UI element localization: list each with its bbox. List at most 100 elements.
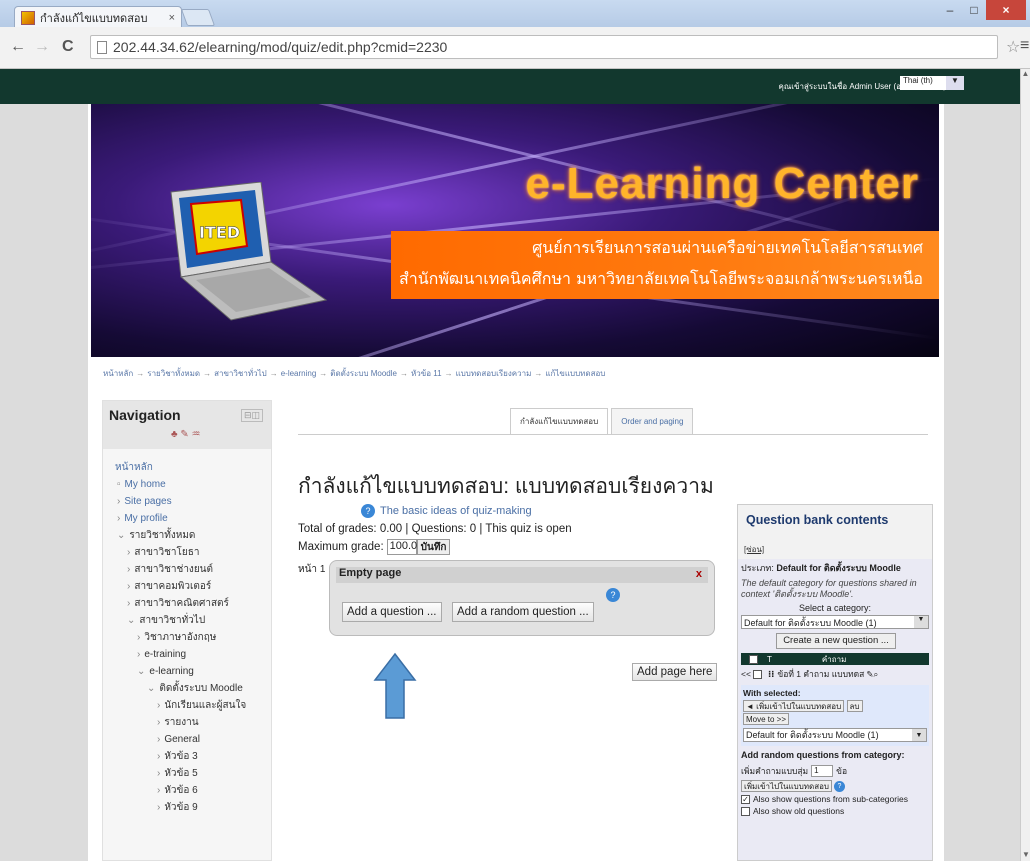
- nav-item[interactable]: › รายงาน: [111, 714, 271, 731]
- help-icon[interactable]: ?: [606, 588, 620, 602]
- breadcrumb-item[interactable]: แบบทดสอบเรียงความ: [456, 369, 532, 378]
- nav-expander-icon[interactable]: ⌄: [127, 615, 135, 626]
- nav-item[interactable]: หน้าหลัก: [111, 459, 271, 476]
- nav-expander-icon[interactable]: ›: [157, 802, 160, 813]
- nav-item[interactable]: ⌄ ติดตั้งระบบ Moodle: [111, 680, 271, 697]
- browser-menu-icon[interactable]: ≡: [1020, 37, 1029, 55]
- window-close-button[interactable]: ×: [986, 0, 1026, 20]
- question-checkbox[interactable]: [752, 669, 762, 679]
- move-category-select[interactable]: Default for ติดตั้งระบบ Moodle (1) ▼: [743, 728, 927, 742]
- tab-editing[interactable]: กำลังแก้ไขแบบทดสอบ: [510, 408, 609, 434]
- tab-close-icon[interactable]: ×: [169, 12, 175, 24]
- nav-item[interactable]: › General: [111, 731, 271, 748]
- nav-expander-icon[interactable]: ›: [117, 513, 120, 524]
- page-scrollbar[interactable]: ▲ ▼: [1020, 69, 1030, 861]
- back-arrow-icon[interactable]: ←: [10, 38, 26, 56]
- ideas-link-text[interactable]: The basic ideas of quiz-making: [380, 505, 532, 517]
- reload-icon[interactable]: C: [62, 38, 74, 56]
- nav-expander-icon[interactable]: ›: [127, 564, 130, 575]
- bookmark-star-icon[interactable]: ☆: [1006, 37, 1020, 57]
- nav-expander-icon[interactable]: ⌄: [137, 666, 145, 677]
- nav-expander-icon[interactable]: ›: [127, 547, 130, 558]
- tab-order-paging[interactable]: Order and paging: [611, 408, 694, 434]
- nav-item[interactable]: › Site pages: [111, 493, 271, 510]
- hide-link[interactable]: [ซ่อน]: [738, 539, 932, 559]
- random-count-select[interactable]: 1: [811, 765, 834, 777]
- breadcrumb-item[interactable]: หน้าหลัก: [103, 369, 133, 378]
- nav-expander-icon[interactable]: ›: [157, 768, 160, 779]
- nav-expander-icon[interactable]: ›: [127, 581, 130, 592]
- nav-expander-icon[interactable]: ▫: [117, 479, 121, 490]
- add-question-button[interactable]: Add a question ...: [342, 602, 442, 622]
- breadcrumb-item[interactable]: e-learning: [281, 369, 317, 378]
- add-page-button[interactable]: Add page here: [632, 663, 718, 681]
- add-to-quiz-button[interactable]: ◄ เพิ่มเข้าไปในแบบทดสอบ: [743, 700, 845, 712]
- breadcrumb-item[interactable]: รายวิชาทั้งหมด: [147, 369, 200, 378]
- forward-arrow-icon[interactable]: →: [34, 38, 50, 56]
- save-grade-button[interactable]: บันทึก: [416, 539, 451, 555]
- help-icon[interactable]: ?: [361, 504, 375, 518]
- nav-item[interactable]: ⌄ e-learning: [111, 663, 271, 680]
- category-select[interactable]: Default for ติดตั้งระบบ Moodle (1) ▼: [741, 615, 929, 629]
- nav-item-label: รายวิชาทั้งหมด: [129, 530, 196, 541]
- nav-item[interactable]: › หัวข้อ 6: [111, 782, 271, 799]
- delete-button[interactable]: ลบ: [846, 700, 863, 712]
- nav-item[interactable]: › e-training: [111, 646, 271, 663]
- nav-item[interactable]: › หัวข้อ 3: [111, 748, 271, 765]
- remove-page-icon[interactable]: x: [696, 568, 702, 580]
- nav-item[interactable]: ⌄ รายวิชาทั้งหมด: [111, 527, 271, 544]
- help-icon[interactable]: ?: [834, 780, 845, 792]
- banner-line-1: ศูนย์การเรียนการสอนผ่านเครือข่ายเทคโนโลย…: [532, 238, 923, 257]
- nav-expander-icon[interactable]: ⌄: [147, 683, 155, 694]
- scroll-down-icon[interactable]: ▼: [1021, 850, 1030, 859]
- nav-expander-icon[interactable]: ›: [127, 598, 130, 609]
- breadcrumb-item[interactable]: ติดตั้งระบบ Moodle: [330, 369, 397, 378]
- nav-expander-icon[interactable]: ›: [157, 734, 160, 745]
- max-grade-input[interactable]: 100.0: [386, 539, 417, 555]
- new-tab-button[interactable]: [180, 9, 216, 26]
- breadcrumb-separator: →: [399, 369, 408, 378]
- nav-item[interactable]: ▫ My home: [111, 476, 271, 493]
- nav-expander-icon[interactable]: ›: [157, 785, 160, 796]
- block-controls-icon[interactable]: ⊟◫: [240, 409, 263, 422]
- preview-icon[interactable]: ⌕: [873, 669, 878, 680]
- type-column-header[interactable]: T: [767, 655, 772, 664]
- question-column-header[interactable]: คำถาม: [822, 653, 846, 666]
- nav-expander-icon[interactable]: ›: [137, 649, 140, 660]
- nav-item[interactable]: › สาขาวิชาโยธา: [111, 544, 271, 561]
- move-to-button[interactable]: Move to >>: [743, 713, 790, 725]
- add-random-button[interactable]: เพิ่มเข้าไปในแบบทดสอบ: [741, 780, 832, 792]
- language-select[interactable]: Thai (th) ▼: [900, 76, 968, 90]
- maximize-button[interactable]: □: [962, 0, 986, 20]
- breadcrumb-item[interactable]: หัวข้อ 11: [411, 369, 442, 378]
- show-subcategories-checkbox[interactable]: ✓: [741, 794, 750, 804]
- nav-item[interactable]: › หัวข้อ 5: [111, 765, 271, 782]
- add-to-quiz-icon[interactable]: <<: [741, 669, 751, 679]
- nav-item[interactable]: › สาขาวิชาช่างยนต์: [111, 561, 271, 578]
- add-random-question-button[interactable]: Add a random question ...: [452, 602, 594, 622]
- nav-expander-icon[interactable]: ›: [157, 751, 160, 762]
- block-move-icons[interactable]: ♣ ✎ ♒: [171, 429, 265, 440]
- nav-item[interactable]: › นักเรียนและผู้สนใจ: [111, 697, 271, 714]
- quiz-help-link[interactable]: ? The basic ideas of quiz-making: [361, 504, 532, 518]
- nav-expander-icon[interactable]: ⌄: [117, 530, 125, 541]
- nav-expander-icon[interactable]: ›: [137, 632, 140, 643]
- nav-expander-icon[interactable]: ›: [157, 700, 160, 711]
- select-all-checkbox[interactable]: [749, 654, 758, 664]
- show-old-checkbox[interactable]: [741, 806, 750, 816]
- nav-item[interactable]: › วิชาภาษาอังกฤษ: [111, 629, 271, 646]
- scroll-up-icon[interactable]: ▲: [1021, 69, 1030, 78]
- create-question-button[interactable]: Create a new question ...: [776, 633, 896, 649]
- nav-item[interactable]: › สาขาวิชาคณิตศาสตร์: [111, 595, 271, 612]
- nav-expander-icon[interactable]: ›: [117, 496, 120, 507]
- nav-item[interactable]: › หัวข้อ 9: [111, 799, 271, 816]
- nav-item[interactable]: › สาขาคอมพิวเตอร์: [111, 578, 271, 595]
- address-bar[interactable]: 202.44.34.62/elearning/mod/quiz/edit.php…: [90, 35, 998, 59]
- minimize-button[interactable]: –: [938, 0, 962, 20]
- nav-item[interactable]: › My profile: [111, 510, 271, 527]
- nav-item[interactable]: ⌄ สาขาวิชาทั่วไป: [111, 612, 271, 629]
- nav-expander-icon[interactable]: ›: [157, 717, 160, 728]
- breadcrumb-item[interactable]: สาขาวิชาทั่วไป: [214, 369, 267, 378]
- edit-icon[interactable]: ✎: [866, 669, 873, 680]
- browser-tab[interactable]: กำลังแก้ไขแบบทดสอบ ×: [14, 6, 182, 28]
